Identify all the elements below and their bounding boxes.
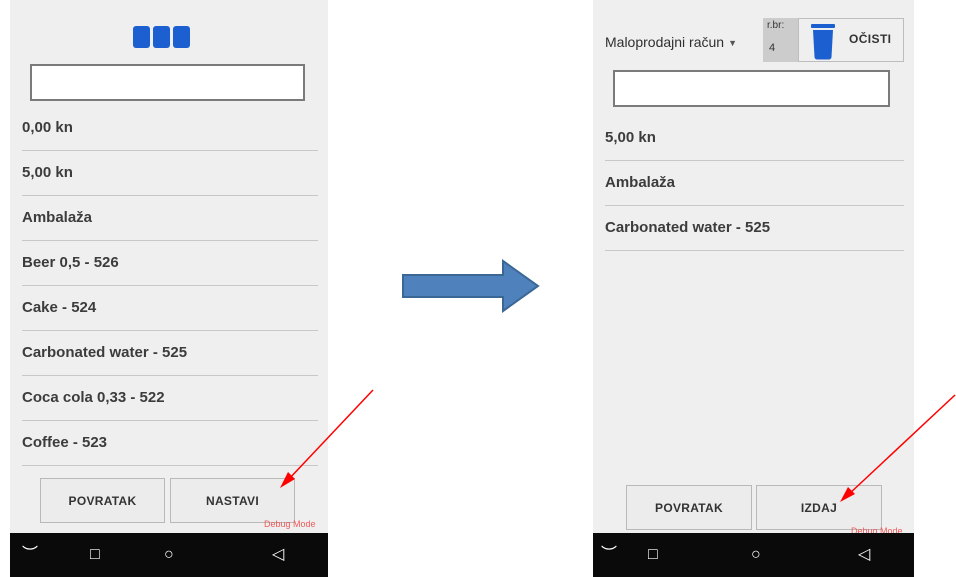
annotation-arrow-icon [280,389,374,488]
annotation-arrow-icon [840,394,956,502]
annotation-arrows [280,389,956,502]
